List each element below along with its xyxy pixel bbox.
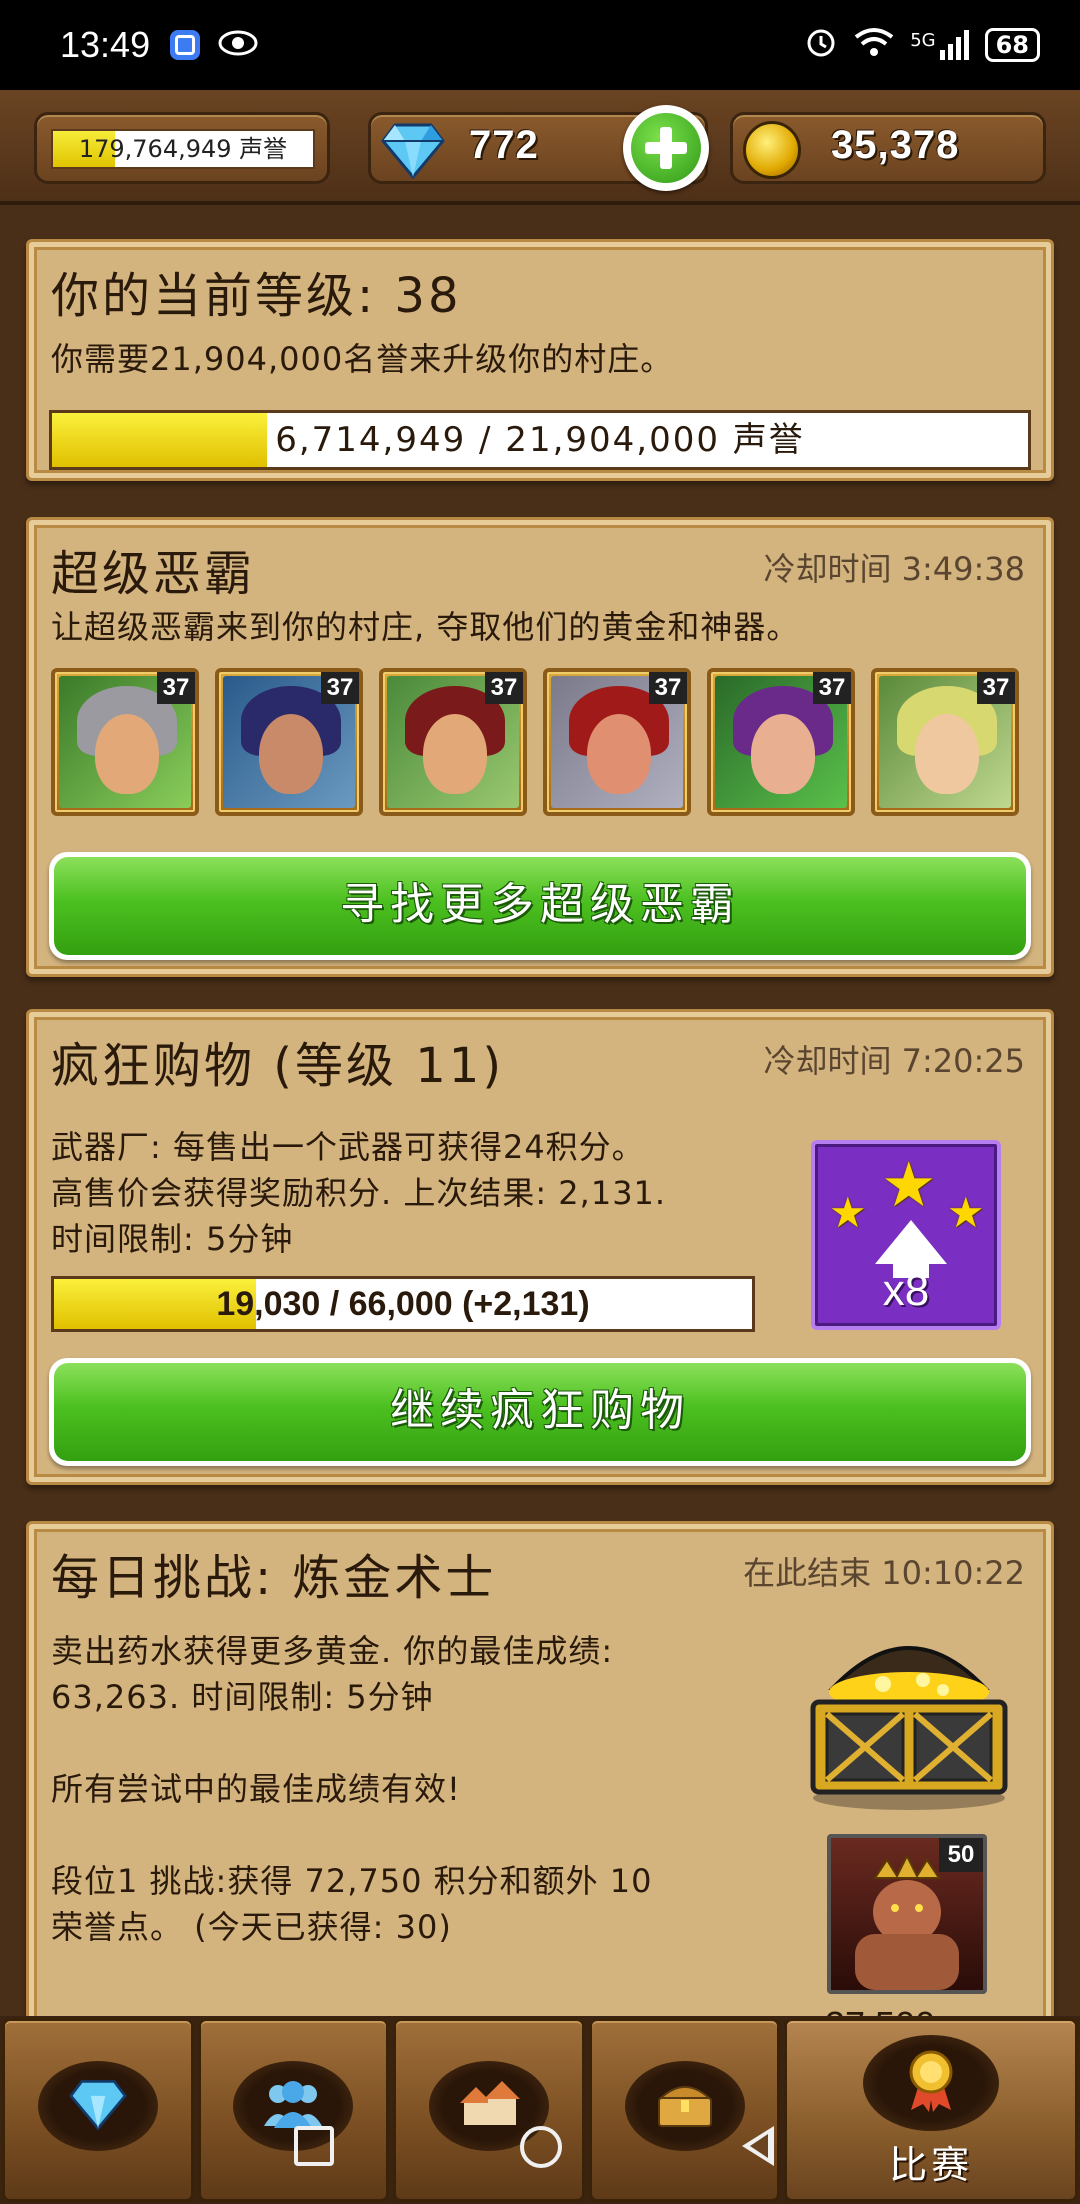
shopping-line-3: 时间限制: 5分钟 <box>51 1220 294 1258</box>
fame-value: 179,764,949 声誉 <box>78 135 288 163</box>
villain-level: 37 <box>977 672 1015 704</box>
supervillain-description: 让超级恶霸来到你的村庄, 夺取他们的黄金和神器。 <box>51 608 800 646</box>
back-button[interactable] <box>742 2126 774 2166</box>
village-icon <box>456 2079 522 2133</box>
resource-bar: 179,764,949 声誉 772 35,378 <box>0 90 1080 205</box>
supervillain-title: 超级恶霸 <box>51 546 256 602</box>
villain-level: 37 <box>649 672 687 704</box>
nav-shop[interactable] <box>2 2018 194 2202</box>
gem-display[interactable]: 772 <box>368 105 709 191</box>
eye-icon <box>218 30 258 60</box>
gem-icon <box>68 2076 127 2136</box>
villain-card[interactable]: 37 <box>51 668 199 816</box>
nav-tournament-label: 比赛 <box>889 2143 974 2187</box>
diamond-icon <box>381 119 445 185</box>
daily-line-1: 卖出药水获得更多黄金. 你的最佳成绩: <box>51 1632 614 1670</box>
level-title: 你的当前等级: 38 <box>51 268 462 324</box>
daily-line-4: 段位1 挑战:获得 72,750 积分和额外 10 <box>51 1862 653 1900</box>
level-progress-bar: 6,714,949 / 21,904,000 声誉 <box>49 410 1031 470</box>
shopping-panel: 疯狂购物 (等级 11) 冷却时间 7:20:25 武器厂: 每售出一个武器可获… <box>26 1009 1054 1485</box>
villain-card[interactable]: 37 <box>871 668 1019 816</box>
boss-portrait[interactable]: 50 <box>827 1834 987 1994</box>
daily-line-3: 所有尝试中的最佳成绩有效! <box>51 1770 461 1808</box>
gold-coin-icon <box>743 121 801 179</box>
nav-village[interactable] <box>393 2018 585 2202</box>
daily-line-2: 63,263. 时间限制: 5分钟 <box>51 1678 434 1716</box>
chest-icon <box>655 2080 715 2132</box>
daily-title: 每日挑战: 炼金术士 <box>51 1550 497 1606</box>
gold-count: 35,378 <box>831 123 960 167</box>
villain-level: 37 <box>485 672 523 704</box>
villain-card[interactable]: 37 <box>707 668 855 816</box>
continue-shopping-label: 继续疯狂购物 <box>54 1363 1026 1461</box>
nav-tournament[interactable]: 比赛 <box>784 2018 1078 2202</box>
shopping-cooldown: 冷却时间 7:20:25 <box>763 1042 1025 1080</box>
villain-card[interactable]: 37 <box>215 668 363 816</box>
gold-display: 35,378 <box>730 112 1046 184</box>
shopping-progress-bar: 19,030 / 66,000 (+2,131) <box>51 1276 755 1332</box>
star-icon: ★ <box>947 1188 985 1237</box>
star-icon: ★ <box>829 1188 867 1237</box>
score-boost-badge[interactable]: ★ ★ ★ x8 <box>811 1140 1001 1330</box>
home-button[interactable] <box>520 2126 562 2168</box>
fame-meter: 179,764,949 声誉 <box>51 129 315 169</box>
level-description: 你需要21,904,000名誉来升级你的村庄。 <box>51 340 674 378</box>
shopping-line-1: 武器厂: 每售出一个武器可获得24积分。 <box>51 1128 645 1166</box>
up-arrow-icon <box>875 1220 947 1264</box>
boost-multiplier: x8 <box>882 1266 930 1315</box>
nav-social[interactable] <box>197 2018 390 2202</box>
main-scroll[interactable]: 你的当前等级: 38 你需要21,904,000名誉来升级你的村庄。 6,714… <box>0 209 1080 2019</box>
gem-count: 772 <box>469 123 539 167</box>
villain-card[interactable]: 37 <box>543 668 691 816</box>
villain-level: 37 <box>157 672 195 704</box>
network-type: 5G <box>910 30 936 51</box>
shopping-progress-label: 19,030 / 66,000 (+2,131) <box>216 1285 590 1323</box>
daily-line-5: 荣誉点。 (今天已获得: 30) <box>51 1908 452 1946</box>
shopping-title: 疯狂购物 (等级 11) <box>51 1038 505 1094</box>
villain-level: 37 <box>813 672 851 704</box>
wifi-icon <box>854 27 894 63</box>
level-progress-label: 6,714,949 / 21,904,000 声誉 <box>275 420 805 460</box>
add-gems-button[interactable] <box>623 105 709 191</box>
battery-icon: 68 <box>984 28 1040 62</box>
supervillain-panel: 超级恶霸 冷却时间 3:49:38 让超级恶霸来到你的村庄, 夺取他们的黄金和神… <box>26 517 1054 977</box>
alarm-icon <box>804 25 838 65</box>
recent-apps-button[interactable] <box>294 2126 334 2166</box>
nav-inventory[interactable] <box>588 2018 781 2202</box>
supervillain-cooldown: 冷却时间 3:49:38 <box>763 550 1025 588</box>
villain-card[interactable]: 37 <box>379 668 527 816</box>
status-bar: 13:49 5G 68 <box>0 0 1080 90</box>
plus-icon <box>631 113 701 183</box>
star-icon: ★ <box>881 1148 937 1221</box>
boss-level: 50 <box>939 1838 983 1872</box>
bottom-nav: 比赛 <box>0 2016 1080 2204</box>
shopping-line-2: 高售价会获得奖励积分. 上次结果: 2,131. <box>51 1174 667 1212</box>
app-notification-icon <box>170 30 201 60</box>
level-panel: 你的当前等级: 38 你需要21,904,000名誉来升级你的村庄。 6,714… <box>26 239 1054 481</box>
continue-shopping-button[interactable]: 继续疯狂购物 <box>49 1358 1031 1466</box>
villain-level: 37 <box>321 672 359 704</box>
treasure-chest-icon <box>803 1618 1015 1818</box>
signal-icon: 5G <box>910 30 969 60</box>
medal-icon <box>903 2048 959 2118</box>
villain-list: 37 37 37 37 37 37 <box>51 668 1019 816</box>
status-time: 13:49 <box>60 24 151 65</box>
find-villains-button[interactable]: 寻找更多超级恶霸 <box>49 852 1031 960</box>
daily-ends: 在此结束 10:10:22 <box>743 1554 1025 1592</box>
find-villains-label: 寻找更多超级恶霸 <box>54 857 1026 955</box>
fame-display: 179,764,949 声誉 <box>34 112 330 184</box>
daily-challenge-panel: 每日挑战: 炼金术士 在此结束 10:10:22 卖出药水获得更多黄金. 你的最… <box>26 1521 1054 2019</box>
